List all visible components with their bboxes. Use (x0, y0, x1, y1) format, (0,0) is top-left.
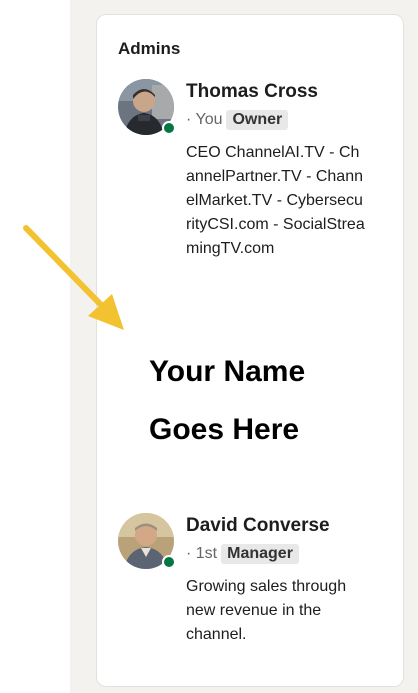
admin-item[interactable]: David Converse · 1st Manager Growing sale… (118, 513, 398, 653)
admin-name[interactable]: David Converse (186, 515, 330, 537)
online-status-dot (162, 121, 176, 135)
placeholder-line-2: Goes Here (149, 413, 300, 446)
admin-meta: · 1st Manager (186, 544, 299, 564)
admin-headline: Growing sales through new revenue in the… (186, 578, 347, 643)
connection-degree: · You (186, 111, 223, 128)
admin-headline: CEO ChannelAI.TV - ChannelPartner.TV - C… (186, 144, 365, 257)
placeholder-line-1: Your Name (149, 355, 306, 388)
connection-degree: · 1st (186, 545, 218, 562)
admin-item[interactable]: Thomas Cross · You Owner CEO ChannelAI.TV… (118, 79, 398, 329)
arrow-icon (23, 225, 124, 330)
role-badge: Owner (226, 110, 289, 130)
admin-name[interactable]: Thomas Cross (186, 81, 318, 103)
online-status-dot (162, 555, 176, 569)
role-badge: Manager (221, 544, 299, 564)
admin-meta: · You Owner (186, 110, 289, 130)
